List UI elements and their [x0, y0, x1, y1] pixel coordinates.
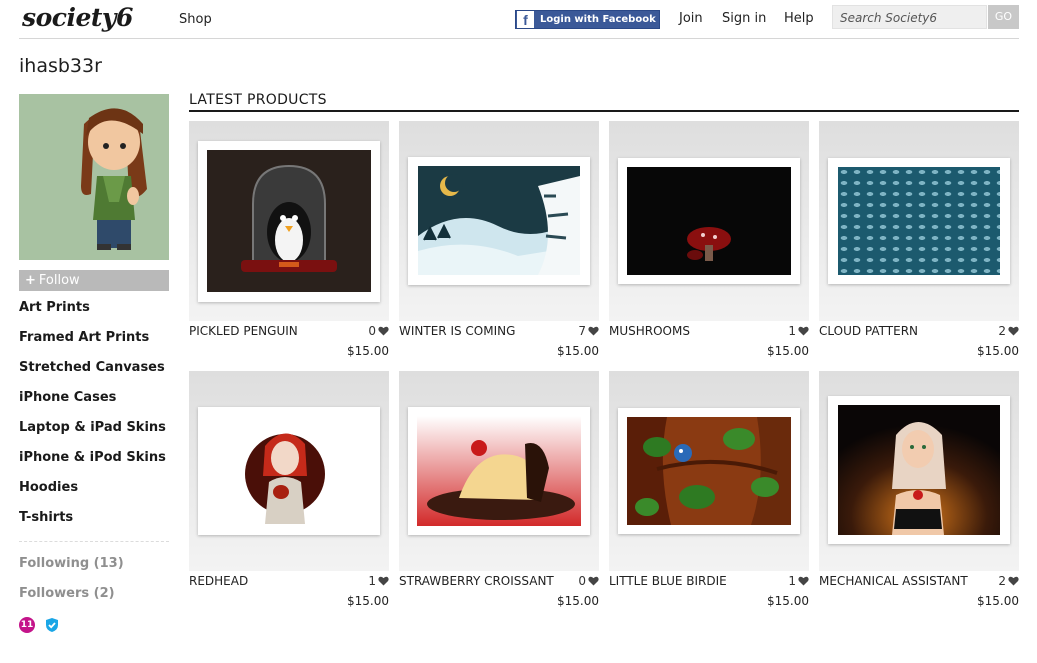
product-price: $15.00 [557, 594, 599, 608]
product-card[interactable]: REDHEAD 1 $15.00 [189, 371, 389, 608]
product-thumbnail[interactable] [609, 121, 809, 321]
product-likes[interactable]: 1 [788, 324, 809, 338]
product-artwork [627, 417, 791, 525]
menu-item-art-prints[interactable]: Art Prints [19, 298, 169, 328]
heart-icon [798, 326, 809, 336]
badge-count-icon[interactable]: 11 [19, 617, 35, 633]
heart-icon [798, 576, 809, 586]
product-price: $15.00 [557, 344, 599, 358]
follow-button[interactable]: + Follow [19, 270, 169, 291]
like-count: 1 [788, 574, 796, 588]
product-card[interactable]: LITTLE BLUE BIRDIE 1 $15.00 [609, 371, 809, 608]
menu-item-stretched-canvases[interactable]: Stretched Canvases [19, 358, 169, 388]
product-artwork [207, 150, 371, 292]
product-thumbnail[interactable] [399, 371, 599, 571]
product-name[interactable]: REDHEAD [189, 574, 248, 588]
heart-icon [378, 576, 389, 586]
search-go-button[interactable]: GO [988, 5, 1019, 29]
heart-icon [378, 326, 389, 336]
product-name[interactable]: WINTER IS COMING [399, 324, 515, 338]
product-card[interactable]: STRAWBERRY CROISSANT 0 $15.00 [399, 371, 599, 608]
product-artwork [417, 416, 581, 526]
product-name[interactable]: MECHANICAL ASSISTANT [819, 574, 968, 588]
product-thumbnail[interactable] [189, 121, 389, 321]
product-likes[interactable]: 2 [998, 574, 1019, 588]
product-artwork [418, 166, 580, 275]
followers-link[interactable]: Followers (2) [19, 586, 115, 601]
plus-icon: + [25, 273, 36, 288]
facebook-login-button[interactable]: f Login with Facebook [515, 10, 660, 29]
product-artwork [838, 405, 1000, 535]
product-likes[interactable]: 1 [368, 574, 389, 588]
menu-item-hoodies[interactable]: Hoodies [19, 478, 169, 508]
product-name[interactable]: MUSHROOMS [609, 324, 690, 338]
nav-help-link[interactable]: Help [784, 11, 814, 26]
like-count: 0 [368, 324, 376, 338]
like-count: 1 [788, 324, 796, 338]
product-card[interactable]: WINTER IS COMING 7 $15.00 [399, 121, 599, 358]
product-name[interactable]: CLOUD PATTERN [819, 324, 918, 338]
latest-products-heading: LATEST PRODUCTS [189, 92, 1019, 112]
product-name[interactable]: LITTLE BLUE BIRDIE [609, 574, 727, 588]
product-card[interactable]: MECHANICAL ASSISTANT 2 $15.00 [819, 371, 1019, 608]
product-price: $15.00 [977, 344, 1019, 358]
site-logo[interactable]: society6 [22, 3, 133, 32]
follow-label: Follow [38, 273, 80, 288]
like-count: 2 [998, 324, 1006, 338]
product-artwork [627, 167, 791, 275]
facebook-icon: f [517, 11, 534, 28]
profile-username: ihasb33r [19, 55, 102, 77]
product-thumbnail[interactable] [399, 121, 599, 321]
menu-item-framed-art-prints[interactable]: Framed Art Prints [19, 328, 169, 358]
sidebar-divider [19, 541, 169, 542]
product-name[interactable]: PICKLED PENGUIN [189, 324, 298, 338]
nav-join-link[interactable]: Join [679, 11, 703, 26]
heart-icon [588, 576, 599, 586]
product-likes[interactable]: 2 [998, 324, 1019, 338]
heart-icon [1008, 576, 1019, 586]
product-likes[interactable]: 0 [578, 574, 599, 588]
facebook-login-label: Login with Facebook [540, 14, 656, 25]
nav-signin-link[interactable]: Sign in [722, 11, 766, 26]
product-artwork [838, 167, 1000, 275]
product-thumbnail[interactable] [819, 371, 1019, 571]
menu-item-iphone-cases[interactable]: iPhone Cases [19, 388, 169, 418]
site-header: society6 Shop f Login with Facebook Join… [19, 0, 1019, 39]
like-count: 0 [578, 574, 586, 588]
product-thumbnail[interactable] [609, 371, 809, 571]
search-input[interactable]: Search Society6 [832, 5, 987, 29]
like-count: 7 [578, 324, 586, 338]
following-link[interactable]: Following (13) [19, 556, 124, 571]
profile-avatar [19, 94, 169, 260]
product-likes[interactable]: 0 [368, 324, 389, 338]
product-price: $15.00 [347, 344, 389, 358]
heart-icon [588, 326, 599, 336]
product-price: $15.00 [767, 344, 809, 358]
menu-item-iphone-ipod-skins[interactable]: iPhone & iPod Skins [19, 448, 169, 478]
like-count: 1 [368, 574, 376, 588]
menu-item-t-shirts[interactable]: T-shirts [19, 508, 169, 538]
product-card[interactable]: CLOUD PATTERN 2 $15.00 [819, 121, 1019, 358]
product-likes[interactable]: 1 [788, 574, 809, 588]
product-price: $15.00 [347, 594, 389, 608]
product-thumbnail[interactable] [189, 371, 389, 571]
product-card[interactable]: PICKLED PENGUIN 0 $15.00 [189, 121, 389, 358]
product-name[interactable]: STRAWBERRY CROISSANT [399, 574, 554, 588]
menu-item-laptop-ipad-skins[interactable]: Laptop & iPad Skins [19, 418, 169, 448]
product-category-menu: Art Prints Framed Art Prints Stretched C… [19, 298, 169, 538]
shield-check-icon[interactable] [44, 617, 60, 633]
product-artwork [207, 416, 371, 526]
product-price: $15.00 [767, 594, 809, 608]
like-count: 2 [998, 574, 1006, 588]
nav-shop-link[interactable]: Shop [179, 12, 212, 27]
product-thumbnail[interactable] [819, 121, 1019, 321]
product-price: $15.00 [977, 594, 1019, 608]
product-card[interactable]: MUSHROOMS 1 $15.00 [609, 121, 809, 358]
product-likes[interactable]: 7 [578, 324, 599, 338]
heart-icon [1008, 326, 1019, 336]
